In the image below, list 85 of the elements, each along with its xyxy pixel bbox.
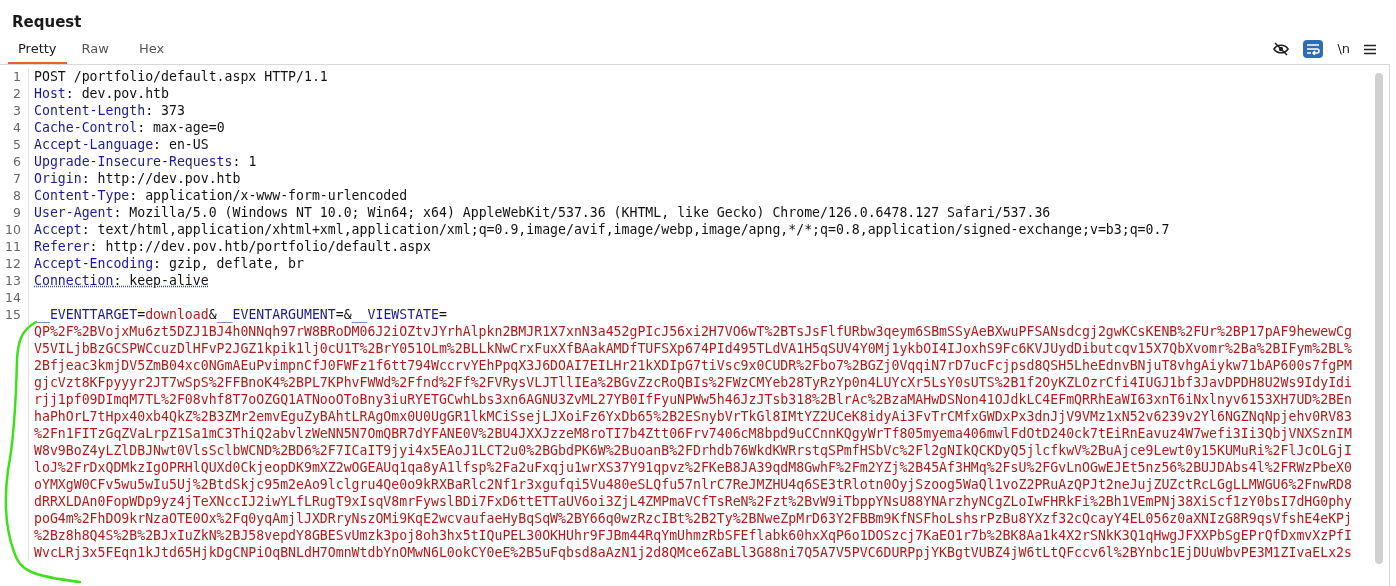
param-value: haPhOrL7tHpx40xb4QkZ%2B3ZMr2emvEguZyBAhtLRAgOmx0U0UgGR1lkMCiSsejLJXoiFz6YxDb65%2B2ESnybVrTkGl8IMtYZ2UCeK8idyAi3FvTrCMfxGWDxPx3dnJjV9VMz1xN52v6239v2Yl6NGZNqNpjehv0RV83 <box>34 408 1352 425</box>
scrollbar[interactable] <box>1375 73 1383 564</box>
header-value: gzip, deflate, br <box>169 255 304 272</box>
header-name: Referer <box>34 238 90 255</box>
hide-toggle-button[interactable] <box>1273 42 1290 56</box>
line-number: 3 <box>13 103 21 118</box>
header-name: Host <box>34 85 66 102</box>
line-number: 14 <box>5 290 21 305</box>
line-number: 12 <box>5 256 21 271</box>
header-separator: : <box>65 85 75 102</box>
eye-slash-icon <box>1273 42 1290 56</box>
param-separator: =& <box>335 306 352 322</box>
header-name: Cache-Control <box>34 119 138 136</box>
header-separator: : <box>153 136 163 153</box>
line-number: 13 <box>5 273 21 288</box>
header-separator: : <box>113 204 123 221</box>
header-separator: : <box>81 221 91 238</box>
header-value: 373 <box>161 102 185 119</box>
param-value: dRRXLDAn0FopWDp9yz4jTeXNccIJ2iwYLfLRugT9xIsqV8mrFywslBDi7FxD6ttETTaUV6oi3ZjL4ZMPmaVCfTsReN%2Fzt%2BvW9iTbppYNsU88YNArzhyNCgZLoIwFHRkFi%2Bh1VEmPNj38XiScf1zY0bsI7dHG0phy <box>34 493 1352 510</box>
tab[interactable]: Raw <box>66 40 124 64</box>
param-name: __VIEWSTATE <box>351 306 439 323</box>
line-number: 7 <box>13 171 21 186</box>
newline-toggle-button[interactable]: \n <box>1337 41 1350 57</box>
header-name: Content-Type <box>34 187 130 204</box>
param-value: WvcLRj3x5FEqn1kJtd65HjkDgCNPiOqBNLdH7OmnWtdbYnOMwN6L0okCY0eE%2B5uFqbsd8aAzN1j2d8QMce6ZaBLl3G88ni7Q5A7V5PVC6DURPpjYKBgtVUBZ4jW6tLtQFccv6l%2BYnbc1EjDUuWbvPE3M1ZIvaELx2s <box>34 544 1352 561</box>
header-separator: : <box>89 238 99 255</box>
param-value: oYMXgW0CFv5wu5wIu5Uj%2BtdSkjc95m2eAo9lclgru4Qe0o9kRXBaRlc2Nf1r3xgufqi5Vu480eSLQfu57nlrC7ReJMZHU4q6SE3tRlotn0OyjSzoog5WaQl1voZ2PRuAzQPJt2neJujZUZctRcLGgLLMWGU6%2FnwRD8 <box>34 476 1352 493</box>
header-name: Accept <box>34 221 82 238</box>
param-separator: = <box>137 306 146 322</box>
param-value: QP%2F%2BVojxMu6zt5DZJ1BJ4h0NNqh97rW8BRoDM06J2iOZtvJYrhAlpkn2BMJR1X7xnN3a452gPIcJ56xi2H7VO6wT%2BTsJsFlfURbw3qeym6SBmSSyAeBXwuPFSANsdcgj2gwKCsKENB%2FUr%2BP17pAF9hewewCg <box>34 323 1352 340</box>
header-name: Accept-Language <box>34 136 154 153</box>
line-number: 4 <box>13 120 21 135</box>
param-value: %2Fn1FITzGqZVaLrpZ1Sa1mC3ThiQ2abvlzWeNN5N7OmQBR7dYFANE0V%2BU4JXXJzzeM8roTI7b4Ztt06Frv7406cM8bpd9uCCnnKQgyWrTf805myema406mwlFdOtD240ck7tEiRnEavuz4W7wefi3Ii3QbjVNXSznIM <box>34 425 1352 442</box>
header-value: application/x-www-form-urlencoded <box>145 187 408 204</box>
line-number: 8 <box>13 188 21 203</box>
line-number: 6 <box>13 154 21 169</box>
tab[interactable]: Hex <box>123 40 180 64</box>
header-separator: : <box>113 272 123 289</box>
header-separator: : <box>137 119 147 136</box>
header-separator: : <box>145 102 155 119</box>
header-value: en-US <box>169 136 209 153</box>
param-value: loJ%2FrDxQDMkzIgOPRHlQUXd0CkjeopDK9mXZ2wOGEAUq1qa8yA1lfsp%2Fa2uFxqju1wrXS37Y91qpvz%2FKeB8JA39qdM8GwhF%2Fm2YZj%2B45Af3HMq%2FsU%2FGvLnOGwEJEt5nz56%2BUJDAbs4l%2FRWzPbeX0 <box>34 459 1352 476</box>
param-value: 2Bfjeac3kmjDV5ZmB04xc0NGmAEuPvimpnCfJ0FWFz1f6tt794WccrvYEhPpqX3J6DOAI7EILHr21kXDIpG7tiVsc9x0CUDR%2Fbo7%2BGZj0VqqiN7rD7ucFcjpsd8QSH5LheEdnvBNjuT8vhgAiykw71bAP600s7fgPM <box>34 357 1352 374</box>
wrap-lines-icon <box>1306 43 1321 55</box>
header-separator: : <box>81 170 91 187</box>
param-value: rjj1pf09DImqM7TL%2F08vhf8T7oOZGQ1ATNooOToBny3iuRYETGCwhLbs3xn6AGNU3ZvML27YB0IfFyuNPWw5h46JzJTsb318%2BlrAc%2BzaMAHwDSNon41OJdkLC4EFmQRRhEaWI63xnT6iNxlnyv6153XH7UD%2BEn <box>34 391 1352 408</box>
tab[interactable]: Pretty <box>8 40 67 64</box>
param-value: download <box>145 306 209 323</box>
line-number: 9 <box>13 205 21 220</box>
param-value: gjcVzt8KFpyyyr2JT7wSpS%2FFBnoK4%2BPL7KPhvFWWd%2Ffnd%2Ff%2FVRysVLJTllIEa%2BGvZzcRoQBIs%2FWzCMYeb28TyRzYp0n4LUYcXr5LsY0sUTS%2B1f2OyKZLOzrCfi4IUGJ1bf3JavDPDH8U2Ws9IdyIdi <box>34 374 1352 391</box>
request-line: POST /portfolio/default.aspx HTTP/1.1 <box>34 68 328 85</box>
line-number: 11 <box>5 239 21 254</box>
line-number: 5 <box>13 137 21 152</box>
header-value: http://dev.pov.htb/portfolio/default.aspx <box>105 238 431 255</box>
param-value: V5VILjbBzGCSPWCcuzDlHFvP2JGZ1kpik1lj0cU1T%2BrY051OLm%2BLLkNwCrxFuxXfBAakAMDfTUFSXp674PId495TLdVA1H5qSUV4Y0Mj1ykbOI4IJoxhS9Fc6KVJUydDibutcqv15X7QbXvomr%2Ba%2BIFym%2BL% <box>34 340 1352 357</box>
header-value: dev.pov.htb <box>81 85 169 102</box>
menu-icon[interactable] <box>1364 43 1376 55</box>
param-value: %2Bz8h8Q4S%2B%2BJxIuZkN%2BJ58vepdY8GBESvUmzk3poj8oh3hx5tIQuPEL30OKHUhr9FJBm44RqYmUhmzRbSFEflabk60hxXqP6o1DOSzcj7KaEO1r7b%2BK8Aa1k4X2rSNkK3Q1qHwgJFXXPbSgEPrQfDxmvXzPfI <box>34 527 1352 544</box>
line-number: 2 <box>13 86 21 101</box>
header-name: Upgrade-Insecure-Requests <box>34 153 233 170</box>
param-separator: & <box>208 306 217 322</box>
line-number: 15 <box>5 307 21 322</box>
line-number: 10 <box>5 222 21 237</box>
header-value: http://dev.pov.htb <box>97 170 241 187</box>
param-separator: = <box>439 306 447 322</box>
header-name: User-Agent <box>34 204 114 221</box>
wrap-toggle-button[interactable] <box>1303 40 1324 58</box>
header-separator: : <box>153 255 163 272</box>
param-value: poG4m%2FhDO9krNzaOTE0Ox%2Fq0yqAmjlJXDRryNszOMi9KqE2wcvaufaeHyBqSqW%2BY66q0wzRzcIBt%2B2Ty%2BNweZpMrD63Y2FBBm9KfNSFhoLshsrPzBu8YXzf32cQcayY4EL056z0aXNIzG8R9qsVfshE4eKPj <box>34 510 1352 527</box>
param-name: __EVENTTARGET <box>34 306 138 323</box>
header-name: Accept-Encoding <box>34 255 154 272</box>
header-value: text/html,application/xhtml+xml,application/xml;q=0.9,image/avif,image/webp,image/apng,*/*;q=0.8,application/signed-exchange;v=b3;q=0.7 <box>97 221 1170 238</box>
line-number: 1 <box>13 69 21 84</box>
header-name: Origin <box>34 170 82 187</box>
header-name: Content-Length <box>34 102 146 119</box>
header-value: 1 <box>248 153 257 170</box>
header-value: Mozilla/5.0 (Windows NT 10.0; Win64; x64) AppleWebKit/537.36 (KHTML, like Gecko) Chrome/126.0.6478.127 Safari/537.36 <box>129 204 1051 221</box>
panel-title: Request <box>12 12 83 32</box>
param-value: W8v9BoZ4yLZlDBJNwt0VlsSclbWCND%2BD6%2F7ICaIT9jyi4x5EAoJ1LCT2u0%2BGbdPK6W%2BuoanB%2FDrhdb76WkdKWRrstqSPmfHSbVc%2Fl2gNIkQCKDyQ5jlcfkwV%2BuAjce9Lewt0y15KUMuRi%2FlJcOLGjI <box>34 442 1352 459</box>
param-name: __EVENTARGUMENT <box>216 306 336 323</box>
header-name: Connection <box>34 272 114 289</box>
header-separator: : <box>129 187 139 204</box>
header-value: keep-alive <box>129 272 209 289</box>
header-value: max-age=0 <box>153 119 225 136</box>
header-separator: : <box>232 153 242 170</box>
